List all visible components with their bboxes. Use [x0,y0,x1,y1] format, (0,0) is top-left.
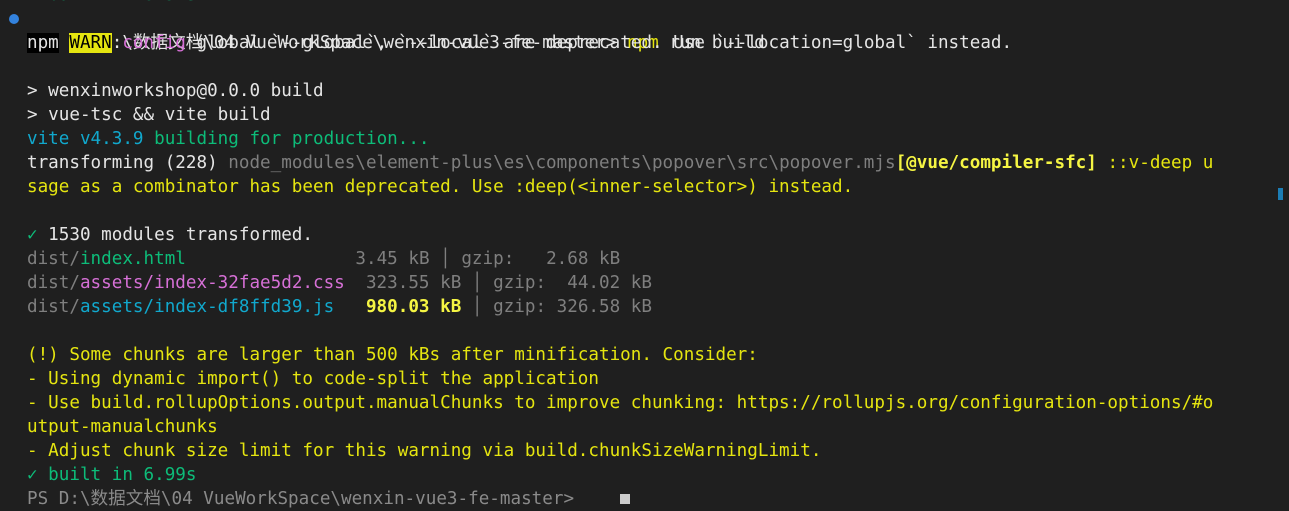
modules-text: 1530 modules transformed. [37,225,313,245]
chunk-warning-line: (!) Some chunks are larger than 500 kBs … [27,345,758,365]
config-label: config [122,33,186,53]
next-prompt: PS D:\数据文档\04 VueWorkSpace\wenxin-vue3-f… [27,489,585,509]
transforming-label: transforming (228) [27,153,229,173]
vite-line: vite v4.3.9 building for production... [0,127,1289,151]
divider: │ [471,297,483,317]
command-decoration-icon[interactable] [9,14,19,24]
output-size: 323.55 kB [365,273,462,293]
chunk-warning-line: utput-manualchunks [27,417,218,437]
output-dir: dist/ [27,273,80,293]
gzip-size: 2.68 kB [546,249,621,269]
scrollbar-marker[interactable] [1278,188,1283,200]
npm-warn-line: npm WARN config global `--global`, `--lo… [0,31,1289,55]
transforming-line: transforming (228) node_modules\element-… [0,151,1289,175]
chunk-warning-line: - Using dynamic import() to code-split t… [27,369,599,389]
prompt-line: PS D:\数据文档\04 VueWorkSpace\wenxin-vue3-f… [0,7,1289,53]
output-row: dist/assets/index-32fae5d2.css 323.55 kB… [0,271,1289,295]
transforming-path: node_modules\element-plus\es\components\… [228,153,896,173]
output-size: 3.45 kB [355,249,430,269]
script-line-2: > vue-tsc && vite build [27,105,271,125]
output-file: assets/index-df8ffd39.js [79,297,335,317]
chunk-warning-line: - Use build.rollupOptions.output.manualC… [27,393,1214,413]
warn-message: global `--global`, `--local` are depreca… [185,33,1013,53]
output-file: assets/index-32fae5d2.css [79,273,345,293]
warn-badge: WARN [69,33,112,53]
output-dir: dist/ [27,249,80,269]
vite-status: building for production... [143,129,430,149]
gzip-size: 44.02 kB [567,273,652,293]
deprecation-msg-start: ::v-deep u [1096,153,1214,173]
terminal-output[interactable]: ✓ built in 6.91s PS D:\数据文档\04 VueWorkSp… [0,0,1289,511]
output-row: dist/assets/index-df8ffd39.js 980.03 kB … [0,295,1289,319]
output-dir: dist/ [27,297,80,317]
gzip-label: gzip: [493,297,547,317]
chunk-warning-line: - Adjust chunk size limit for this warni… [27,441,822,461]
divider: │ [440,249,451,269]
script-line-1: > wenxinworkshop@0.0.0 build [27,81,324,101]
terminal-cursor [620,494,630,504]
output-size: 980.03 kB [365,297,462,317]
modules-transformed-line: ✓ 1530 modules transformed. [0,223,1289,247]
gzip-label: gzip: [461,249,515,269]
deprecation-msg-continued: sage as a combinator has been deprecated… [27,177,854,197]
vite-version: vite v4.3.9 [27,129,144,149]
npm-label: npm [27,33,59,53]
gzip-label: gzip: [493,273,547,293]
check-icon: ✓ [27,225,38,245]
output-file: index.html [79,249,186,269]
gzip-size: 326.58 kB [556,297,652,317]
build-status: ✓ built in 6.99s [27,465,197,485]
divider: │ [471,273,483,293]
previous-build-status: ✓ built in 6.91s [0,0,1289,7]
output-row: dist/index.html 3.45 kB │ gzip: 2.68 kB [0,247,1289,271]
compiler-tag: [@vue/compiler-sfc] [895,153,1097,173]
